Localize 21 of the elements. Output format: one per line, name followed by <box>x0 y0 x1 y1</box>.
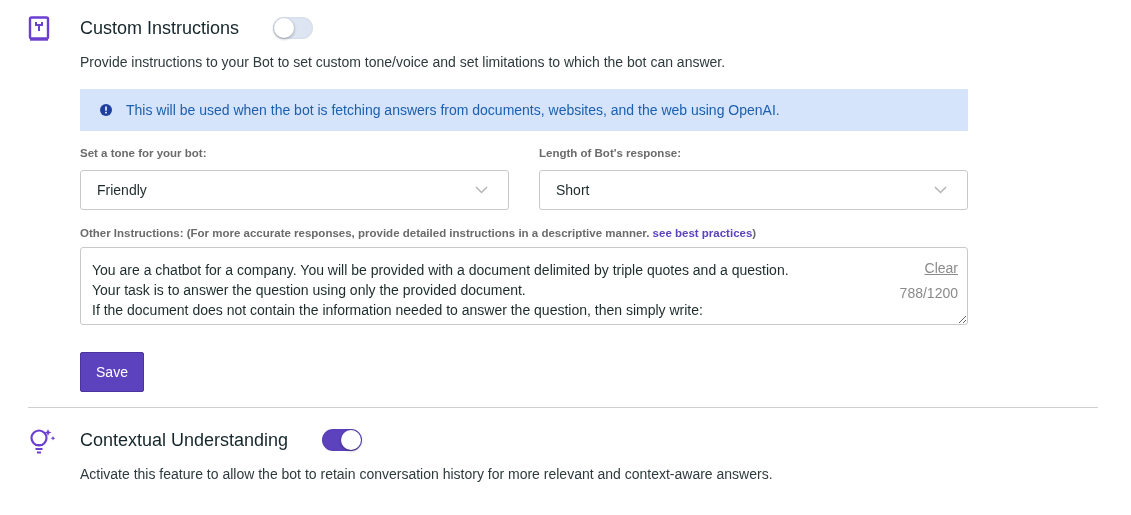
section-title: Custom Instructions <box>80 17 240 39</box>
character-count: 788/1200 <box>899 285 958 301</box>
field-label: Other Instructions: (For more accurate responses, provide detailed instructions in a descriptive manner. see best practices) <box>80 227 758 239</box>
field-label: Set a tone for your bot: <box>80 147 208 159</box>
info-text: This will be used when the bot is fetching answers from documents, websites, and the web using OpenAI. <box>126 102 780 118</box>
save-button[interactable]: Save <box>80 352 144 392</box>
book-icon <box>28 16 50 42</box>
clear-link[interactable]: Clear <box>924 260 958 276</box>
section-description: Provide instructions to your Bot to set custom tone/voice and set limitations to which the bot can answer. <box>80 54 727 70</box>
dropdown[interactable]: Short <box>539 170 968 210</box>
toggle-switch[interactable] <box>273 17 314 39</box>
lightbulb-sparkle-icon <box>28 428 58 456</box>
chevron-down-icon <box>934 186 947 194</box>
toggle-switch[interactable] <box>322 429 363 451</box>
dropdown[interactable]: Friendly <box>80 170 509 210</box>
section-title: Contextual Understanding <box>80 429 289 451</box>
best-practices-link[interactable]: see best practices <box>652 227 753 239</box>
info-icon <box>100 104 112 116</box>
field-label: Length of Bot's response: <box>539 147 682 159</box>
chevron-down-icon <box>475 186 488 194</box>
section-description: Activate this feature to allow the bot to retain conversation history for more relevant and context-aware answers. <box>80 466 774 482</box>
